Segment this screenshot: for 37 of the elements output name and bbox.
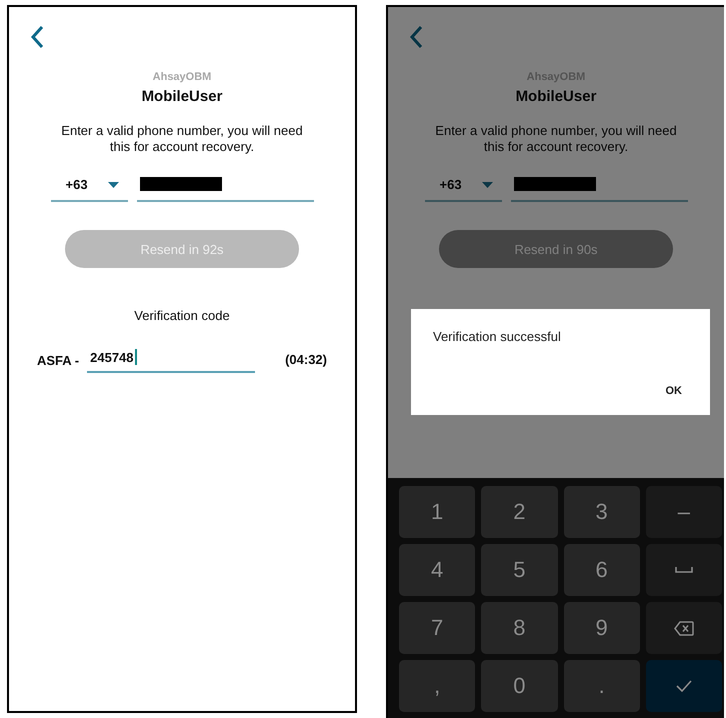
keyboard-key[interactable]: – [646, 486, 722, 538]
back-icon[interactable] [409, 25, 423, 49]
dialog-message: Verification successful [433, 329, 562, 344]
caret-icon [482, 182, 493, 188]
keyboard-key[interactable]: 5 [481, 544, 558, 596]
keyboard-key[interactable]: 7 [399, 602, 476, 654]
user-name: MobileUser [142, 88, 222, 105]
keyboard-key[interactable]: 6 [564, 544, 640, 596]
keyboard-key[interactable]: 4 [399, 544, 476, 596]
code-field[interactable]: 245748 [87, 349, 256, 373]
keyboard-key[interactable]: 8 [481, 602, 558, 654]
back-icon[interactable] [30, 25, 44, 49]
backspace-key[interactable] [646, 602, 722, 654]
country-code-dropdown[interactable]: +63 [424, 177, 502, 202]
app-name: AhsayOBM [152, 71, 212, 83]
space-bar-icon [674, 567, 693, 573]
ok-button[interactable]: OK [660, 383, 688, 399]
caret-icon [108, 182, 119, 188]
keyboard-key[interactable]: . [564, 660, 640, 712]
phone-field[interactable] [136, 177, 314, 202]
instruction-text: Enter a valid phone number, you will need this for account recovery. [434, 123, 678, 155]
keyboard-key[interactable]: 2 [481, 486, 558, 538]
user-name: MobileUser [516, 88, 596, 105]
countdown-timer: (04:32) [285, 352, 327, 369]
country-code-dropdown[interactable]: +63 [50, 177, 128, 202]
keyboard-key[interactable]: 3 [564, 486, 640, 538]
verification-label: Verification code [134, 308, 230, 323]
instruction-text: Enter a valid phone number, you will need this for account recovery. [60, 123, 304, 155]
text-cursor [134, 349, 137, 365]
backspace-icon [674, 620, 694, 636]
keyboard-key[interactable]: 1 [399, 486, 476, 538]
checkmark-icon [676, 680, 692, 692]
phone-field[interactable] [510, 177, 688, 202]
keyboard-key[interactable]: 0 [481, 660, 558, 712]
keyboard-key[interactable]: , [399, 660, 476, 712]
code-prefix: ASFA - [37, 353, 80, 370]
keyboard-key[interactable]: 9 [564, 602, 640, 654]
